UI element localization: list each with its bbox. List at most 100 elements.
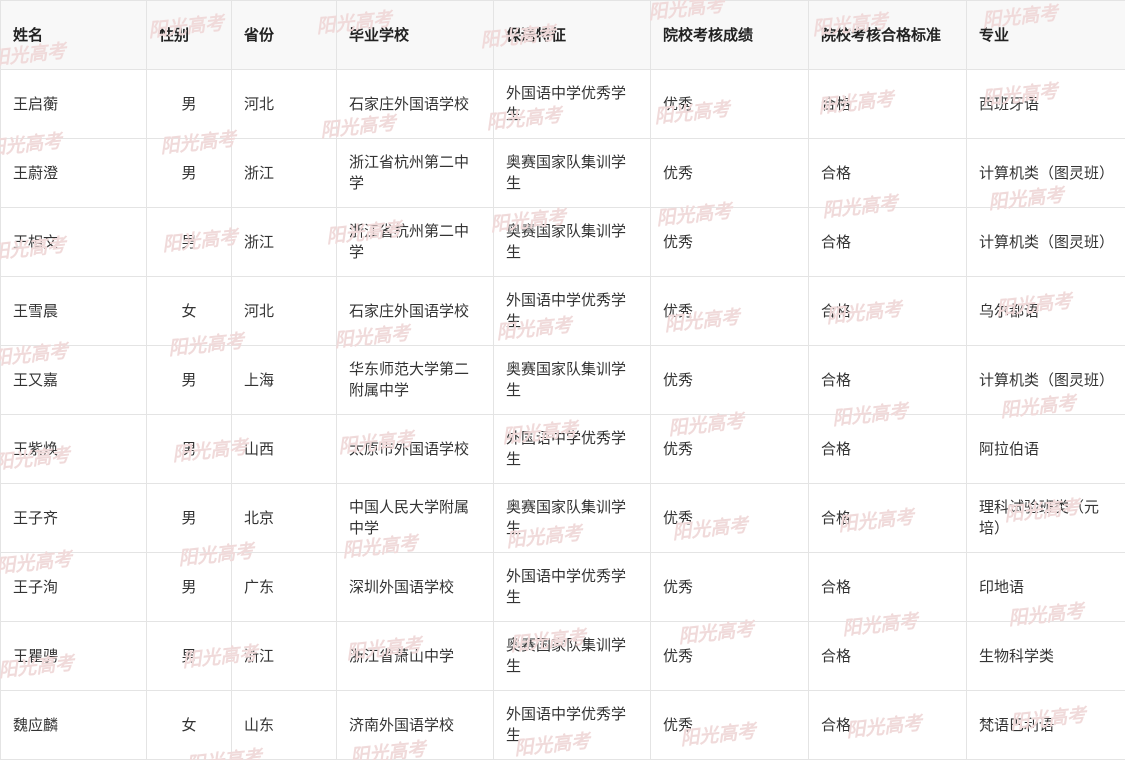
cell-school: 深圳外国语学校 — [336, 552, 494, 622]
cell-gender: 男 — [146, 483, 232, 553]
cell-major: 乌尔都语 — [966, 276, 1125, 346]
cell-pass-standard: 合格 — [808, 276, 967, 346]
cell-name: 王又嘉 — [0, 345, 147, 415]
header-gender: 性别 — [146, 0, 232, 70]
cell-assessment-result: 优秀 — [650, 138, 809, 208]
cell-gender: 男 — [146, 207, 232, 277]
cell-major: 计算机类（图灵班） — [966, 345, 1125, 415]
cell-recommendation-type: 奥赛国家队集训学生 — [493, 138, 651, 208]
table-row: 王相文男浙江 浙江省杭州第二中学 奥赛国家队集训学生 优秀 合格 计算机类（图灵班） — [0, 207, 1125, 277]
cell-name: 王子齐 — [0, 483, 147, 553]
cell-assessment-result: 优秀 — [650, 552, 809, 622]
cell-pass-standard: 合格 — [808, 483, 967, 553]
cell-pass-standard: 合格 — [808, 138, 967, 208]
cell-school: 太原市外国语学校 — [336, 414, 494, 484]
table-row: 王子洵男广东 深圳外国语学校 外国语中学优秀学生 优秀 合格 印地语 — [0, 552, 1125, 622]
table-header-row: 姓名 性别 省份 毕业学校 保送特征 院校考核成绩 院校考核合格标准 专业 — [0, 0, 1125, 70]
cell-pass-standard: 合格 — [808, 621, 967, 691]
header-major: 专业 — [966, 0, 1125, 70]
cell-pass-standard: 合格 — [808, 414, 967, 484]
cell-gender: 男 — [146, 138, 232, 208]
cell-recommendation-type: 外国语中学优秀学生 — [493, 690, 651, 760]
cell-recommendation-type: 奥赛国家队集训学生 — [493, 483, 651, 553]
cell-recommendation-type: 外国语中学优秀学生 — [493, 69, 651, 139]
cell-name: 王紫焕 — [0, 414, 147, 484]
cell-recommendation-type: 外国语中学优秀学生 — [493, 276, 651, 346]
cell-recommendation-type: 奥赛国家队集训学生 — [493, 207, 651, 277]
cell-assessment-result: 优秀 — [650, 207, 809, 277]
header-school: 毕业学校 — [336, 0, 494, 70]
table-row: 王蔚澄男浙江 浙江省杭州第二中学 奥赛国家队集训学生 优秀 合格 计算机类（图灵班） — [0, 138, 1125, 208]
cell-major: 生物科学类 — [966, 621, 1125, 691]
table-row: 王瞿骋男浙江 浙江省萧山中学 奥赛国家队集训学生 优秀 合格 生物科学类 — [0, 621, 1125, 691]
cell-recommendation-type: 外国语中学优秀学生 — [493, 552, 651, 622]
cell-province: 北京 — [231, 483, 337, 553]
cell-school: 济南外国语学校 — [336, 690, 494, 760]
cell-school: 浙江省杭州第二中学 — [336, 138, 494, 208]
cell-gender: 男 — [146, 414, 232, 484]
cell-major: 理科试验班类（元培） — [966, 483, 1125, 553]
table-row: 王子齐男北京 中国人民大学附属中学 奥赛国家队集训学生 优秀 合格 理科试验班类（元培） — [0, 483, 1125, 553]
cell-school: 浙江省萧山中学 — [336, 621, 494, 691]
cell-name: 魏应麟 — [0, 690, 147, 760]
cell-school: 石家庄外国语学校 — [336, 69, 494, 139]
cell-school: 华东师范大学第二附属中学 — [336, 345, 494, 415]
cell-school: 中国人民大学附属中学 — [336, 483, 494, 553]
cell-recommendation-type: 奥赛国家队集训学生 — [493, 621, 651, 691]
cell-school: 浙江省杭州第二中学 — [336, 207, 494, 277]
cell-gender: 男 — [146, 345, 232, 415]
cell-province: 山西 — [231, 414, 337, 484]
cell-school: 石家庄外国语学校 — [336, 276, 494, 346]
cell-assessment-result: 优秀 — [650, 345, 809, 415]
cell-assessment-result: 优秀 — [650, 690, 809, 760]
table-row: 王又嘉男上海 华东师范大学第二附属中学 奥赛国家队集训学生 优秀 合格 计算机类（图灵班） — [0, 345, 1125, 415]
cell-province: 河北 — [231, 69, 337, 139]
cell-name: 王瞿骋 — [0, 621, 147, 691]
table-row: 王紫焕男山西 太原市外国语学校 外国语中学优秀学生 优秀 合格 阿拉伯语 — [0, 414, 1125, 484]
cell-gender: 男 — [146, 552, 232, 622]
table-row: 魏应麟女山东 济南外国语学校 外国语中学优秀学生 优秀 合格 梵语巴利语 — [0, 690, 1125, 760]
header-recommendation-type: 保送特征 — [493, 0, 651, 70]
cell-name: 王蔚澄 — [0, 138, 147, 208]
cell-pass-standard: 合格 — [808, 207, 967, 277]
cell-province: 广东 — [231, 552, 337, 622]
cell-recommendation-type: 奥赛国家队集训学生 — [493, 345, 651, 415]
cell-gender: 女 — [146, 690, 232, 760]
cell-province: 浙江 — [231, 207, 337, 277]
cell-major: 计算机类（图灵班） — [966, 138, 1125, 208]
header-assessment-result: 院校考核成绩 — [650, 0, 809, 70]
cell-assessment-result: 优秀 — [650, 69, 809, 139]
cell-gender: 男 — [146, 69, 232, 139]
cell-province: 浙江 — [231, 138, 337, 208]
cell-province: 上海 — [231, 345, 337, 415]
cell-pass-standard: 合格 — [808, 345, 967, 415]
cell-name: 王子洵 — [0, 552, 147, 622]
admission-table: 姓名 性别 省份 毕业学校 保送特征 院校考核成绩 院校考核合格标准 专业 王启… — [0, 0, 1125, 760]
cell-pass-standard: 合格 — [808, 690, 967, 760]
cell-name: 王相文 — [0, 207, 147, 277]
cell-major: 西班牙语 — [966, 69, 1125, 139]
cell-gender: 女 — [146, 276, 232, 346]
cell-assessment-result: 优秀 — [650, 276, 809, 346]
cell-major: 计算机类（图灵班） — [966, 207, 1125, 277]
cell-gender: 男 — [146, 621, 232, 691]
cell-province: 山东 — [231, 690, 337, 760]
cell-province: 河北 — [231, 276, 337, 346]
cell-pass-standard: 合格 — [808, 552, 967, 622]
cell-name: 王雪晨 — [0, 276, 147, 346]
header-pass-standard: 院校考核合格标准 — [808, 0, 967, 70]
cell-recommendation-type: 外国语中学优秀学生 — [493, 414, 651, 484]
header-province: 省份 — [231, 0, 337, 70]
cell-assessment-result: 优秀 — [650, 483, 809, 553]
cell-major: 阿拉伯语 — [966, 414, 1125, 484]
cell-major: 梵语巴利语 — [966, 690, 1125, 760]
table-row: 王启蘅男河北 石家庄外国语学校 外国语中学优秀学生 优秀 合格 西班牙语 — [0, 69, 1125, 139]
cell-major: 印地语 — [966, 552, 1125, 622]
cell-pass-standard: 合格 — [808, 69, 967, 139]
header-name: 姓名 — [0, 0, 147, 70]
cell-assessment-result: 优秀 — [650, 621, 809, 691]
cell-assessment-result: 优秀 — [650, 414, 809, 484]
cell-name: 王启蘅 — [0, 69, 147, 139]
table-row: 王雪晨女河北 石家庄外国语学校 外国语中学优秀学生 优秀 合格 乌尔都语 — [0, 276, 1125, 346]
cell-province: 浙江 — [231, 621, 337, 691]
